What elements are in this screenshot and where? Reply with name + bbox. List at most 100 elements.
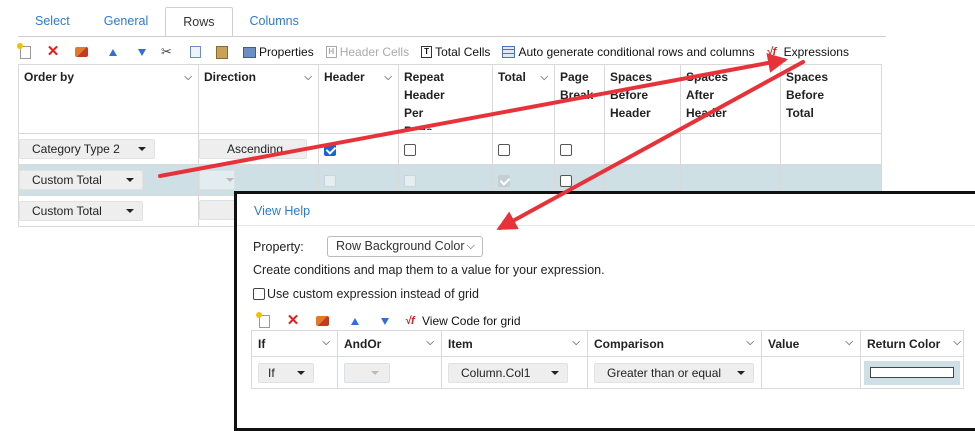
caret-down-icon bbox=[126, 178, 134, 182]
property-select[interactable]: Row Background Color ⌵ bbox=[327, 236, 483, 257]
new-row-button[interactable] bbox=[17, 42, 34, 61]
total-checkbox[interactable] bbox=[498, 143, 510, 156]
col-order-by[interactable]: Order by ⌵ bbox=[18, 64, 199, 134]
chevron-down-icon[interactable]: ⌵ bbox=[953, 337, 961, 348]
spaces-after-header-cell[interactable] bbox=[680, 133, 781, 165]
move-up-button[interactable] bbox=[103, 43, 120, 61]
col-repeat-header[interactable]: Repeat Header Per Page bbox=[398, 64, 493, 134]
custom-expression-label: Use custom expression instead of grid bbox=[267, 287, 479, 301]
caret-down-icon bbox=[226, 178, 234, 182]
property-label: Property: bbox=[253, 240, 304, 254]
col-if[interactable]: If ⌵ bbox=[251, 330, 338, 357]
delete-row-button[interactable]: ✕ bbox=[46, 43, 63, 61]
repeat-header-checkbox[interactable] bbox=[404, 143, 416, 156]
total-checkbox[interactable] bbox=[498, 174, 510, 187]
col-andor[interactable]: AndOr ⌵ bbox=[337, 330, 442, 357]
page-break-checkbox[interactable] bbox=[560, 174, 572, 187]
view-help-link[interactable]: View Help bbox=[254, 204, 310, 218]
order-by-dropdown[interactable]: Category Type 2 bbox=[19, 139, 155, 159]
col-spaces-before-header[interactable]: Spaces Before Header bbox=[604, 64, 681, 134]
order-by-dropdown[interactable]: Custom Total bbox=[19, 201, 143, 221]
table-row[interactable]: Category Type 2 Ascending bbox=[18, 133, 882, 165]
move-down-button[interactable] bbox=[375, 312, 392, 330]
col-header[interactable]: Header ⌵ bbox=[318, 64, 399, 134]
order-by-dropdown[interactable]: Custom Total bbox=[19, 170, 143, 190]
col-direction-label: Direction bbox=[204, 70, 257, 84]
comparison-dropdown[interactable]: Greater than or equal bbox=[594, 362, 754, 383]
col-return-color-label: Return Color bbox=[867, 336, 941, 351]
col-item[interactable]: Item ⌵ bbox=[441, 330, 588, 357]
col-comparison[interactable]: Comparison ⌵ bbox=[587, 330, 762, 357]
col-total[interactable]: Total ⌵ bbox=[492, 64, 555, 134]
clear-button[interactable] bbox=[316, 312, 332, 330]
expressions-label: Expressions bbox=[783, 45, 849, 59]
chevron-down-icon[interactable]: ⌵ bbox=[746, 337, 754, 348]
caret-down-icon bbox=[126, 209, 134, 213]
cut-button[interactable]: ✂ bbox=[161, 43, 178, 61]
header-cells-button[interactable]: H Header Cells bbox=[325, 43, 409, 61]
move-down-button[interactable] bbox=[132, 43, 149, 61]
delete-icon: ✕ bbox=[46, 43, 60, 60]
new-icon bbox=[256, 311, 270, 328]
caret-down-icon bbox=[551, 370, 559, 375]
col-spaces-after-header-label: Spaces After Header bbox=[686, 70, 729, 120]
tab-select[interactable]: Select bbox=[18, 7, 87, 37]
page-break-checkbox[interactable] bbox=[560, 143, 572, 156]
custom-expression-checkbox[interactable] bbox=[253, 288, 265, 300]
new-condition-button[interactable] bbox=[256, 311, 273, 330]
col-item-label: Item bbox=[448, 336, 473, 351]
return-color-picker[interactable] bbox=[864, 360, 960, 385]
direction-dropdown[interactable] bbox=[199, 170, 235, 190]
tab-columns[interactable]: Columns bbox=[233, 7, 316, 37]
value-cell[interactable] bbox=[761, 356, 861, 389]
chevron-down-icon[interactable]: ⌵ bbox=[304, 69, 312, 87]
expressions-button[interactable]: √f Expressions bbox=[767, 43, 849, 61]
chevron-down-icon[interactable]: ⌵ bbox=[184, 69, 192, 87]
col-spaces-after-header[interactable]: Spaces After Header bbox=[680, 64, 781, 134]
custom-expression-option[interactable]: Use custom expression instead of grid bbox=[253, 287, 479, 301]
direction-dropdown[interactable]: Ascending bbox=[199, 139, 307, 159]
expression-icon: √f bbox=[405, 315, 415, 327]
chevron-down-icon[interactable]: ⌵ bbox=[845, 337, 853, 348]
copy-button[interactable] bbox=[190, 43, 204, 61]
repeat-header-checkbox[interactable] bbox=[404, 174, 416, 187]
chevron-down-icon[interactable]: ⌵ bbox=[322, 337, 330, 348]
clear-button[interactable] bbox=[75, 43, 91, 61]
color-swatch bbox=[870, 366, 954, 378]
move-up-button[interactable] bbox=[345, 312, 362, 330]
view-code-button[interactable]: √f View Code for grid bbox=[405, 312, 521, 330]
total-cells-button[interactable]: T Total Cells bbox=[421, 43, 490, 61]
delete-condition-button[interactable]: ✕ bbox=[286, 312, 303, 330]
chevron-down-icon[interactable]: ⌵ bbox=[426, 337, 434, 348]
tab-general[interactable]: General bbox=[87, 7, 165, 37]
andor-dropdown[interactable] bbox=[344, 362, 390, 383]
col-value[interactable]: Value ⌵ bbox=[761, 330, 861, 357]
chevron-down-icon[interactable]: ⌵ bbox=[384, 69, 392, 87]
paste-button[interactable] bbox=[216, 43, 231, 61]
header-checkbox[interactable] bbox=[324, 143, 336, 156]
header-checkbox[interactable] bbox=[324, 174, 336, 187]
col-direction[interactable]: Direction ⌵ bbox=[198, 64, 319, 134]
tab-rows[interactable]: Rows bbox=[165, 7, 233, 37]
item-dropdown[interactable]: Column.Col1 bbox=[448, 362, 568, 383]
spaces-before-total-cell[interactable] bbox=[780, 133, 882, 165]
col-return-color[interactable]: Return Color ⌵ bbox=[860, 330, 964, 357]
col-page-break[interactable]: Page Break bbox=[554, 64, 605, 134]
header-cells-icon: H bbox=[325, 46, 337, 58]
table-row[interactable]: If Column.Col1 Greater than or equal bbox=[251, 356, 964, 389]
expression-toolbar: ✕ √f View Code for grid bbox=[256, 311, 534, 330]
tab-divider bbox=[18, 36, 886, 37]
if-dropdown[interactable]: If bbox=[258, 362, 314, 383]
direction-dropdown[interactable] bbox=[199, 199, 235, 220]
col-repeat-header-label: Repeat Header Per Page bbox=[404, 70, 445, 130]
chevron-down-icon[interactable]: ⌵ bbox=[540, 69, 548, 87]
col-comparison-label: Comparison bbox=[594, 336, 665, 351]
col-spaces-before-total[interactable]: Spaces Before Total bbox=[780, 64, 882, 134]
properties-button[interactable]: Properties bbox=[243, 43, 314, 61]
chevron-down-icon[interactable]: ⌵ bbox=[572, 337, 580, 348]
auto-generate-button[interactable]: Auto generate conditional rows and colum… bbox=[502, 43, 755, 61]
divider bbox=[237, 225, 975, 226]
if-value: If bbox=[268, 365, 275, 380]
expression-description: Create conditions and map them to a valu… bbox=[253, 263, 605, 277]
spaces-before-header-cell[interactable] bbox=[604, 133, 681, 165]
